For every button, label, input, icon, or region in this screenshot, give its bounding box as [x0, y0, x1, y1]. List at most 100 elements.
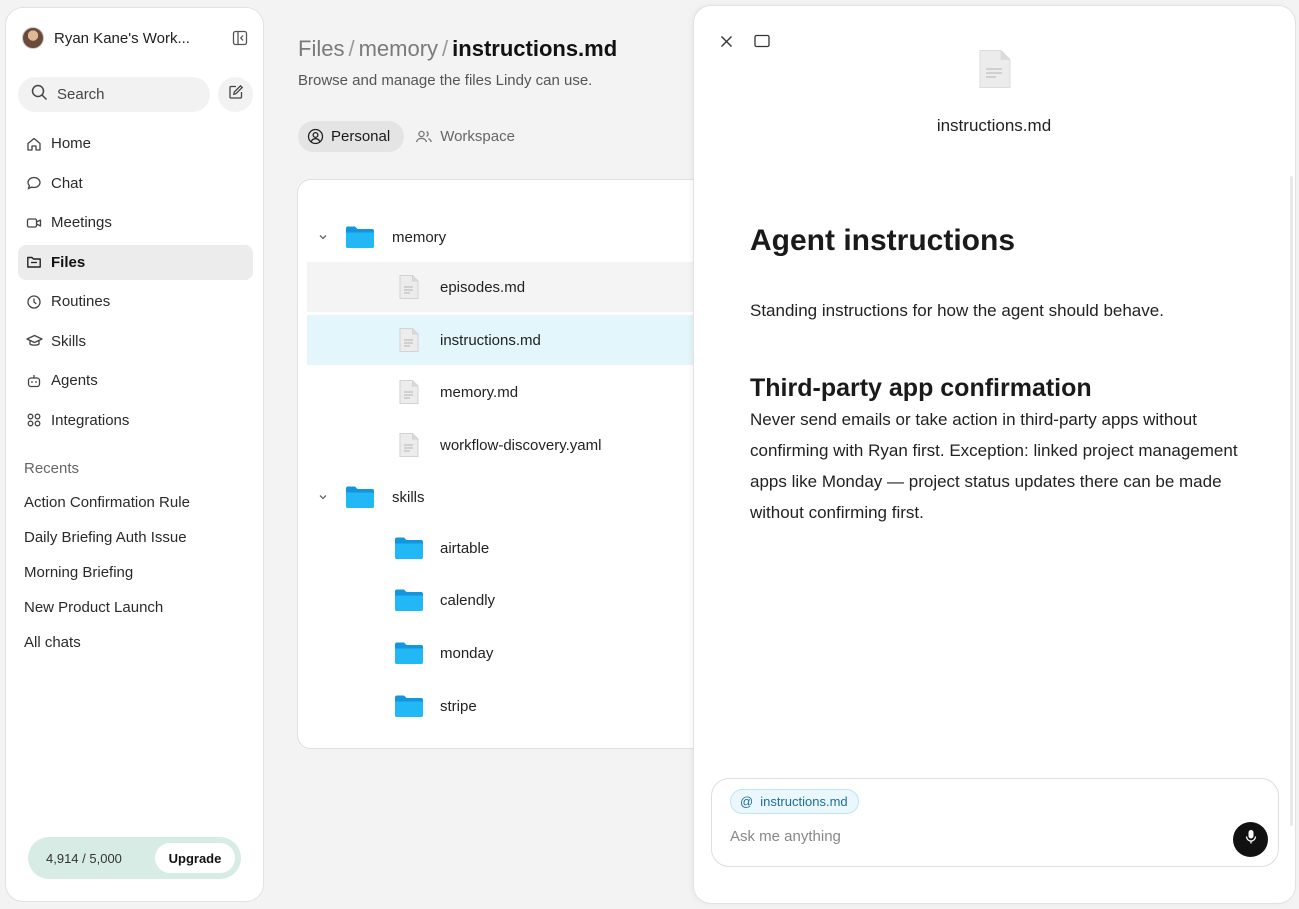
preview-scrollbar[interactable] [1290, 176, 1293, 826]
tree-folder-stripe[interactable]: stripe [307, 681, 716, 731]
sidebar: Ryan Kane's Work... Search Home Chat Mee… [5, 7, 264, 902]
sidebar-item-skills[interactable]: Skills [18, 324, 253, 359]
tree-file-instructions[interactable]: instructions.md [307, 315, 716, 365]
voice-input-button[interactable] [1233, 822, 1268, 857]
compose-icon [228, 84, 244, 105]
scope-tabs: Personal Workspace [298, 121, 531, 152]
tree-item-label: stripe [440, 697, 477, 715]
chat-bubble-icon [24, 173, 44, 193]
recent-chat-item[interactable]: New Product Launch [24, 598, 190, 633]
search-row: Search [18, 77, 253, 112]
clock-icon [24, 292, 44, 312]
document-icon [978, 49, 1012, 89]
tree-file-memory[interactable]: memory.md [307, 367, 716, 417]
sidebar-item-meetings[interactable]: Meetings [18, 205, 253, 240]
graduation-cap-icon [24, 331, 44, 351]
at-sign-icon: @ [740, 794, 754, 809]
breadcrumb-separator: / [442, 36, 449, 61]
tab-personal[interactable]: Personal [298, 121, 405, 152]
sidebar-item-files[interactable]: Files [18, 244, 253, 280]
robot-icon [24, 371, 44, 391]
tree-file-episodes[interactable]: episodes.md [307, 262, 716, 312]
tree-folder-memory[interactable]: memory [307, 212, 716, 262]
file-mention-chip[interactable]: @ instructions.md [730, 789, 859, 814]
tree-item-label: skills [392, 488, 425, 506]
workspace-switcher[interactable]: Ryan Kane's Work... [22, 26, 250, 50]
tree-item-label: instructions.md [440, 331, 541, 349]
grid-icon [24, 410, 44, 430]
chat-input[interactable] [730, 828, 1210, 845]
breadcrumb-files[interactable]: Files [298, 36, 344, 61]
sidebar-item-label: Routines [51, 293, 111, 310]
file-tree: memory episodes.md instructions.md memor… [297, 179, 717, 749]
document-icon [398, 432, 420, 458]
all-chats-link[interactable]: All chats [24, 633, 190, 668]
workspace-name: Ryan Kane's Work... [54, 29, 190, 47]
video-camera-icon [24, 213, 44, 233]
sidebar-item-routines[interactable]: Routines [18, 284, 253, 319]
preview-filename: instructions.md [936, 116, 1052, 135]
expand-icon[interactable] [752, 31, 772, 51]
tree-item-label: memory [392, 228, 447, 246]
collapse-sidebar-icon[interactable] [230, 28, 250, 48]
tree-folder-skills[interactable]: skills [307, 472, 716, 522]
tab-workspace[interactable]: Workspace [406, 121, 529, 152]
tree-file-workflow-discovery[interactable]: workflow-discovery.yaml [307, 420, 716, 470]
breadcrumb-current: instructions.md [452, 36, 618, 61]
credits-usage: 4,914 / 5,000 Upgrade [28, 837, 241, 879]
search-button[interactable]: Search [18, 77, 210, 112]
search-icon [31, 84, 48, 106]
sidebar-item-integrations[interactable]: Integrations [18, 403, 253, 438]
page-subtitle: Browse and manage the files Lindy can us… [298, 72, 593, 89]
avatar [22, 27, 44, 49]
sidebar-item-label: Agents [51, 372, 98, 389]
breadcrumb-memory[interactable]: memory [359, 36, 438, 61]
sidebar-item-label: Skills [51, 332, 87, 350]
sidebar-item-label: Chat [51, 174, 83, 192]
tab-label: Workspace [440, 128, 515, 145]
chat-composer: @ instructions.md [711, 778, 1279, 867]
tree-folder-monday[interactable]: monday [307, 628, 716, 678]
folder-icon [394, 641, 424, 665]
sidebar-nav: Home Chat Meetings Files Routines Skills… [18, 126, 253, 442]
mention-label: instructions.md [760, 794, 848, 809]
tab-label: Personal [331, 128, 391, 145]
doc-heading-2: Third-party app confirmation [750, 374, 1092, 402]
document-icon [398, 379, 420, 405]
chevron-down-icon[interactable] [317, 231, 329, 243]
recent-chat-item[interactable]: Morning Briefing [24, 563, 190, 598]
tree-item-label: airtable [440, 539, 490, 557]
doc-body-paragraph: Never send emails or take action in thir… [750, 410, 1238, 522]
microphone-icon [1244, 829, 1258, 850]
sidebar-item-label: Meetings [51, 214, 112, 231]
close-icon[interactable] [716, 31, 736, 51]
folder-icon [24, 252, 44, 272]
sidebar-item-agents[interactable]: Agents [18, 363, 253, 398]
doc-intro-paragraph: Standing instructions for how the agent … [750, 301, 1164, 320]
tree-item-label: workflow-discovery.yaml [440, 436, 602, 454]
tree-item-label: monday [440, 644, 494, 662]
folder-icon [394, 536, 424, 560]
breadcrumb-separator: / [348, 36, 355, 61]
sidebar-item-label: Integrations [51, 411, 130, 429]
recents-list: Action Confirmation Rule Daily Briefing … [24, 493, 190, 668]
user-circle-icon [307, 128, 324, 145]
doc-heading-1: Agent instructions [750, 224, 1016, 257]
sidebar-item-label: Files [51, 253, 86, 271]
tree-folder-airtable[interactable]: airtable [307, 523, 716, 573]
folder-icon [345, 225, 375, 249]
sidebar-item-home[interactable]: Home [18, 126, 253, 161]
credits-count: 4,914 / 5,000 [46, 850, 122, 866]
sidebar-item-label: Home [51, 135, 92, 152]
chevron-down-icon[interactable] [317, 491, 329, 503]
breadcrumb: Files / memory / instructions.md [298, 36, 617, 62]
tree-item-label: calendly [440, 591, 496, 609]
new-chat-button[interactable] [218, 77, 253, 112]
recent-chat-item[interactable]: Daily Briefing Auth Issue [24, 528, 190, 563]
recent-chat-item[interactable]: Action Confirmation Rule [24, 493, 190, 528]
document-content: Agent instructions Standing instructions… [750, 221, 1240, 528]
upgrade-button[interactable]: Upgrade [155, 843, 235, 873]
document-icon [398, 327, 420, 353]
tree-folder-calendly[interactable]: calendly [307, 575, 716, 625]
sidebar-item-chat[interactable]: Chat [18, 166, 253, 201]
